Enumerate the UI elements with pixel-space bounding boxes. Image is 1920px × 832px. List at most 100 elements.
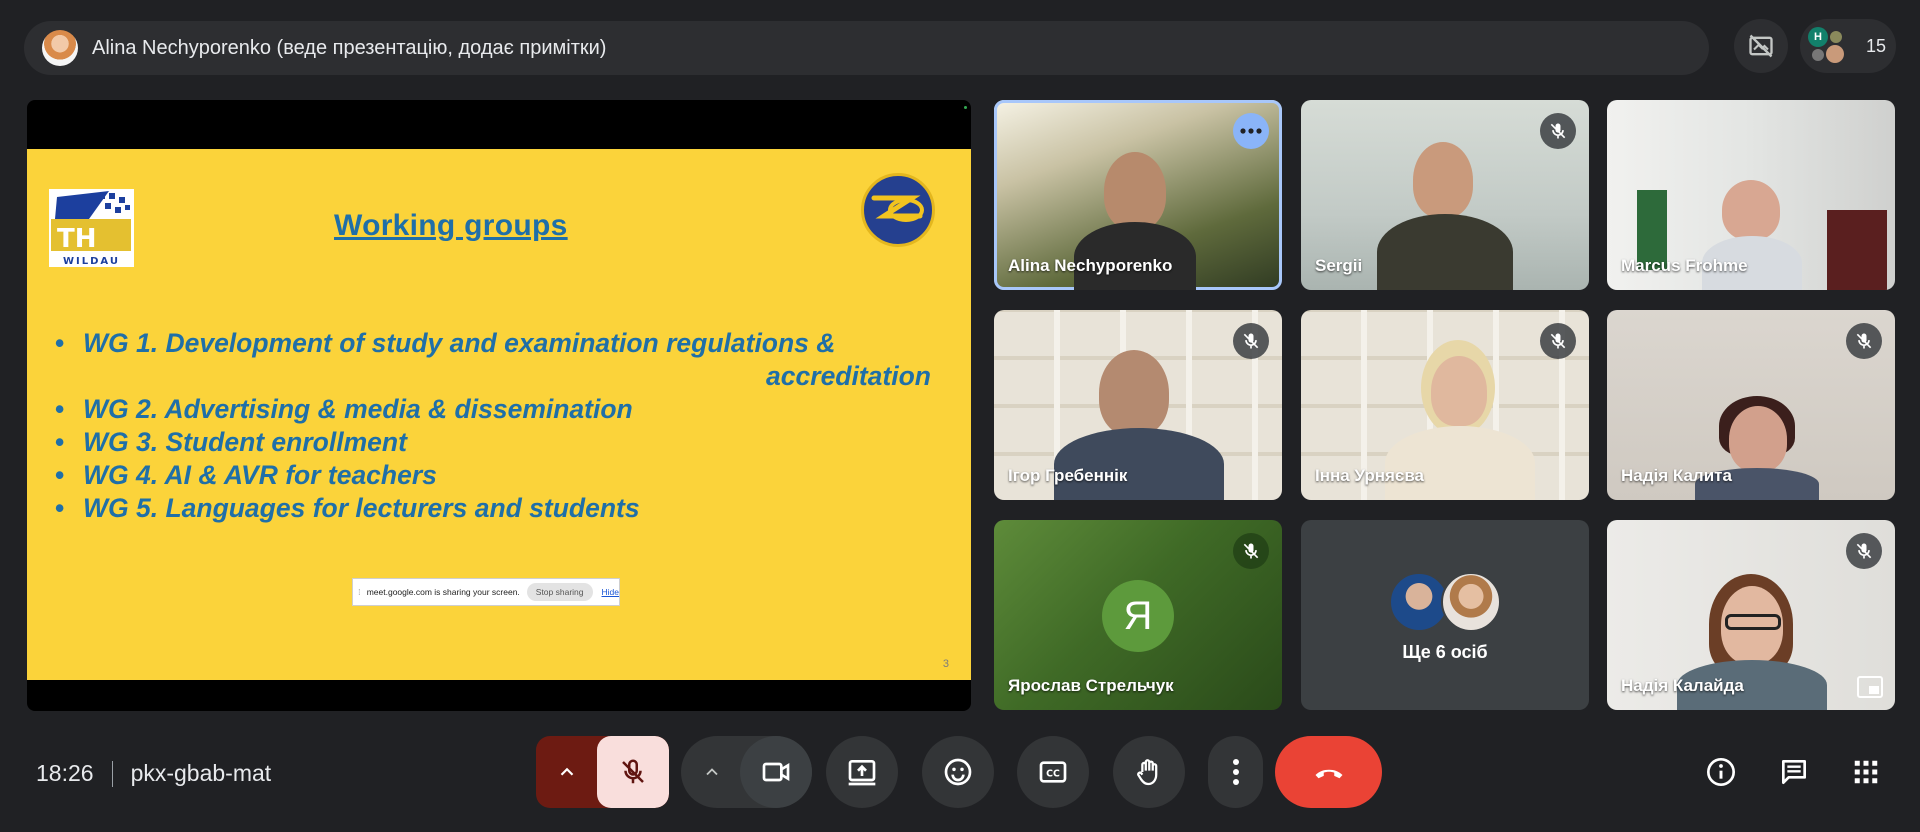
- participant-tile[interactable]: Sergii: [1301, 100, 1589, 290]
- slide-number: 3: [942, 658, 949, 670]
- participant-video: [1722, 180, 1780, 240]
- divider: [111, 760, 113, 787]
- th-wildau-logo: TH WILDAU: [49, 189, 134, 267]
- hide-self-view-button[interactable]: [1734, 19, 1788, 73]
- muted-indicator: [1233, 323, 1269, 359]
- svg-text:CC: CC: [1046, 769, 1060, 780]
- chevron-up-icon: [706, 768, 718, 776]
- participant-name: Ярослав Стрельчук: [1008, 676, 1174, 695]
- reactions-button[interactable]: [922, 736, 994, 808]
- mic-off-icon: [1856, 543, 1872, 559]
- call-end-icon: [1315, 769, 1342, 779]
- mic-off-icon: [1243, 333, 1259, 349]
- participant-video: [1431, 356, 1487, 426]
- more-options-button[interactable]: [1208, 736, 1263, 808]
- participant-avatar: [1830, 31, 1842, 43]
- info-icon: [1707, 758, 1735, 786]
- more-vertical-icon: [1232, 759, 1239, 785]
- meeting-details-button[interactable]: [1703, 754, 1739, 790]
- participant-avatar: [1812, 49, 1824, 61]
- participant-initial-avatar: Я: [1102, 580, 1174, 652]
- muted-indicator: [1540, 323, 1576, 359]
- presentation-stage: TH WILDAU Working groups WG 1. Developme…: [27, 100, 971, 711]
- more-options-button[interactable]: [1233, 113, 1269, 149]
- present-screen-button[interactable]: [826, 736, 898, 808]
- mic-off-icon: [622, 759, 644, 784]
- captions-button[interactable]: CC: [1017, 736, 1089, 808]
- participant-name: Надія Калита: [1621, 466, 1732, 485]
- more-participants-tile[interactable]: Ще 6 осіб: [1301, 520, 1589, 710]
- emoji-icon: [944, 758, 972, 786]
- presenter-avatar: [42, 30, 78, 66]
- participant-video: [1729, 406, 1787, 472]
- participant-video: [1099, 350, 1169, 436]
- audio-settings-button[interactable]: [536, 736, 598, 808]
- participant-name: Alina Nechyporenko: [1008, 256, 1173, 275]
- participant-tile[interactable]: Інна Урняєва: [1301, 310, 1589, 500]
- leave-call-button[interactable]: [1275, 736, 1382, 808]
- participant-count: 15: [1866, 35, 1887, 56]
- participant-tile[interactable]: Надія Калита: [1607, 310, 1895, 500]
- muted-indicator: [1846, 323, 1882, 359]
- screen-share-notification: ⁞ meet.google.com is sharing your screen…: [352, 578, 620, 606]
- present-to-all-icon: [848, 760, 876, 786]
- glasses: [1725, 614, 1781, 630]
- hand-icon: [1137, 759, 1158, 786]
- camera-button[interactable]: [740, 736, 812, 808]
- logo-text: WILDAU: [63, 256, 120, 267]
- participant-video: [1104, 152, 1166, 230]
- more-participants-avatars: [1301, 572, 1589, 632]
- participant-tile[interactable]: Marcus Frohme: [1607, 100, 1895, 290]
- slide-bullet: WG 4. AI & AVR for teachers: [55, 459, 935, 492]
- slide-bullet: WG 3. Student enrollment: [55, 426, 935, 459]
- share-message: meet.google.com is sharing your screen.: [366, 587, 520, 597]
- stop-sharing-button[interactable]: Stop sharing: [526, 583, 593, 601]
- more-horizontal-icon: [1240, 128, 1262, 134]
- participant-avatar: [1389, 572, 1449, 632]
- slide-bullet: WG 1. Development of study and examinati…: [55, 327, 935, 393]
- more-participants-label: Ще 6 осіб: [1402, 642, 1488, 662]
- presenter-banner: Alina Nechyporenko (веде презентацію, до…: [24, 21, 1709, 75]
- participant-name: Інна Урняєва: [1315, 466, 1425, 485]
- video-settings-button[interactable]: [681, 736, 743, 808]
- hide-link[interactable]: Hide: [602, 587, 619, 597]
- mic-off-icon: [1550, 333, 1566, 349]
- participant-name: Ігор Гребеннік: [1008, 466, 1128, 485]
- activities-button[interactable]: [1848, 754, 1884, 790]
- no-frame-icon: [1749, 34, 1773, 58]
- videocam-icon: [762, 762, 790, 782]
- chevron-up-icon: [560, 767, 574, 776]
- picture-in-picture-icon[interactable]: [1857, 676, 1883, 698]
- chat-button[interactable]: [1776, 754, 1812, 790]
- mic-off-icon: [1243, 543, 1259, 559]
- microphone-control: [536, 736, 669, 808]
- participant-avatars: H: [1808, 27, 1846, 65]
- muted-indicator: [1846, 533, 1882, 569]
- meeting-code: pkx-gbab-mat: [130, 760, 272, 786]
- unmute-button[interactable]: [597, 736, 669, 808]
- participants-button[interactable]: H 15: [1800, 19, 1896, 73]
- svg-text:TH: TH: [57, 224, 97, 254]
- participant-name: Marcus Frohme: [1621, 256, 1748, 275]
- participant-tile[interactable]: Надія Калайда: [1607, 520, 1895, 710]
- camera-control: [681, 736, 812, 808]
- participant-avatar: H: [1808, 27, 1828, 47]
- participant-tile[interactable]: Я Ярослав Стрельчук: [994, 520, 1282, 710]
- slide-title: Working groups: [334, 209, 568, 242]
- project-logo: [861, 173, 935, 247]
- participant-avatar: [1826, 45, 1844, 63]
- participant-tile[interactable]: Alina Nechyporenko: [994, 100, 1282, 290]
- clock-time: 18:26: [36, 760, 94, 786]
- muted-indicator: [1540, 113, 1576, 149]
- apps-grid-icon: [1854, 760, 1878, 784]
- raise-hand-button[interactable]: [1113, 736, 1185, 808]
- presenter-text: Alina Nechyporenko (веде презентацію, до…: [92, 36, 607, 59]
- mic-off-icon: [1856, 333, 1872, 349]
- closed-captions-icon: CC: [1039, 761, 1067, 783]
- mic-off-icon: [1550, 123, 1566, 139]
- drag-handle-icon[interactable]: ⁞: [356, 587, 363, 597]
- participant-tile[interactable]: Ігор Гребеннік: [994, 310, 1282, 500]
- participant-video: [1413, 142, 1473, 218]
- status-dot: [964, 106, 967, 109]
- muted-indicator: [1233, 533, 1269, 569]
